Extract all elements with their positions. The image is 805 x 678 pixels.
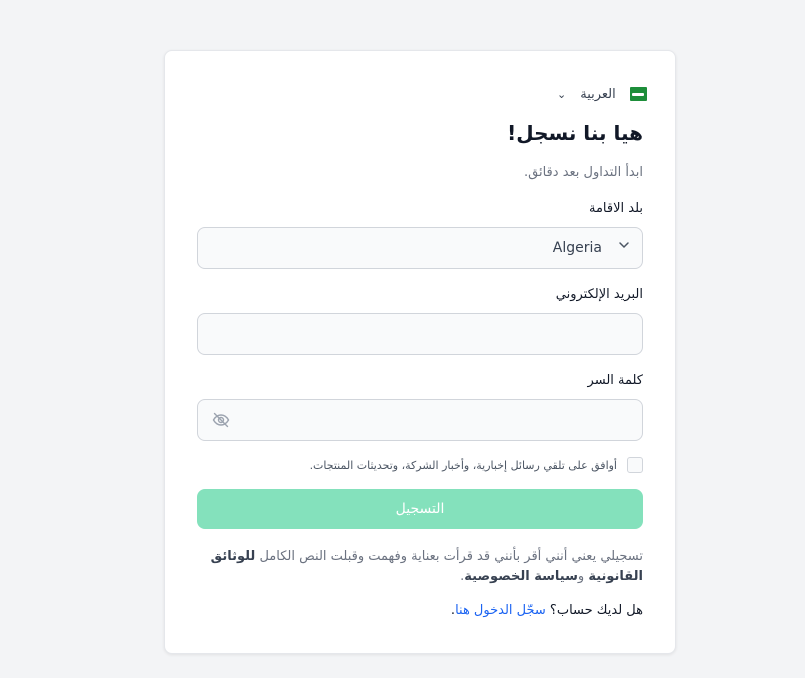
newsletter-row: أوافق على تلقي رسائل إخبارية، وأخبار الش… <box>310 457 643 473</box>
login-question: هل لديك حساب؟ <box>545 603 643 618</box>
country-select-value: Algeria <box>552 240 602 256</box>
email-field[interactable] <box>197 313 643 355</box>
language-label: العربية <box>580 86 616 102</box>
eye-off-icon[interactable] <box>212 412 230 428</box>
page-subtitle: ابدأ التداول بعد دقائق. <box>524 165 643 180</box>
password-label: كلمة السر <box>587 373 643 388</box>
login-link[interactable]: سجّل الدخول هنا <box>455 603 546 618</box>
terms-text: تسجيلي يعني أنني أقر بأنني قد قرأت بعناي… <box>197 547 643 587</box>
register-button[interactable]: التسجيل <box>197 489 643 529</box>
chevron-down-icon: ⌄ <box>557 87 567 101</box>
terms-connector: و <box>577 569 589 584</box>
password-field[interactable] <box>197 399 643 441</box>
privacy-policy-link[interactable]: سياسة الخصوصية <box>464 569 578 584</box>
country-label: بلد الاقامة <box>588 201 643 216</box>
page-title: هيا بنا نسجل! <box>507 121 643 145</box>
newsletter-checkbox[interactable] <box>627 457 643 473</box>
language-selector[interactable]: ⌄ العربية <box>557 85 647 103</box>
email-label: البريد الإلكتروني <box>555 287 643 302</box>
country-select[interactable]: Algeria <box>197 227 643 269</box>
chevron-down-icon <box>618 239 630 255</box>
login-prompt: هل لديك حساب؟ سجّل الدخول هنا. <box>451 603 643 618</box>
terms-prefix: تسجيلي يعني أنني أقر بأنني قد قرأت بعناي… <box>259 549 643 564</box>
signup-card: ⌄ العربية هيا بنا نسجل! ابدأ التداول بعد… <box>164 50 676 654</box>
newsletter-label: أوافق على تلقي رسائل إخبارية، وأخبار الش… <box>309 458 617 472</box>
saudi-flag-icon <box>629 87 647 101</box>
